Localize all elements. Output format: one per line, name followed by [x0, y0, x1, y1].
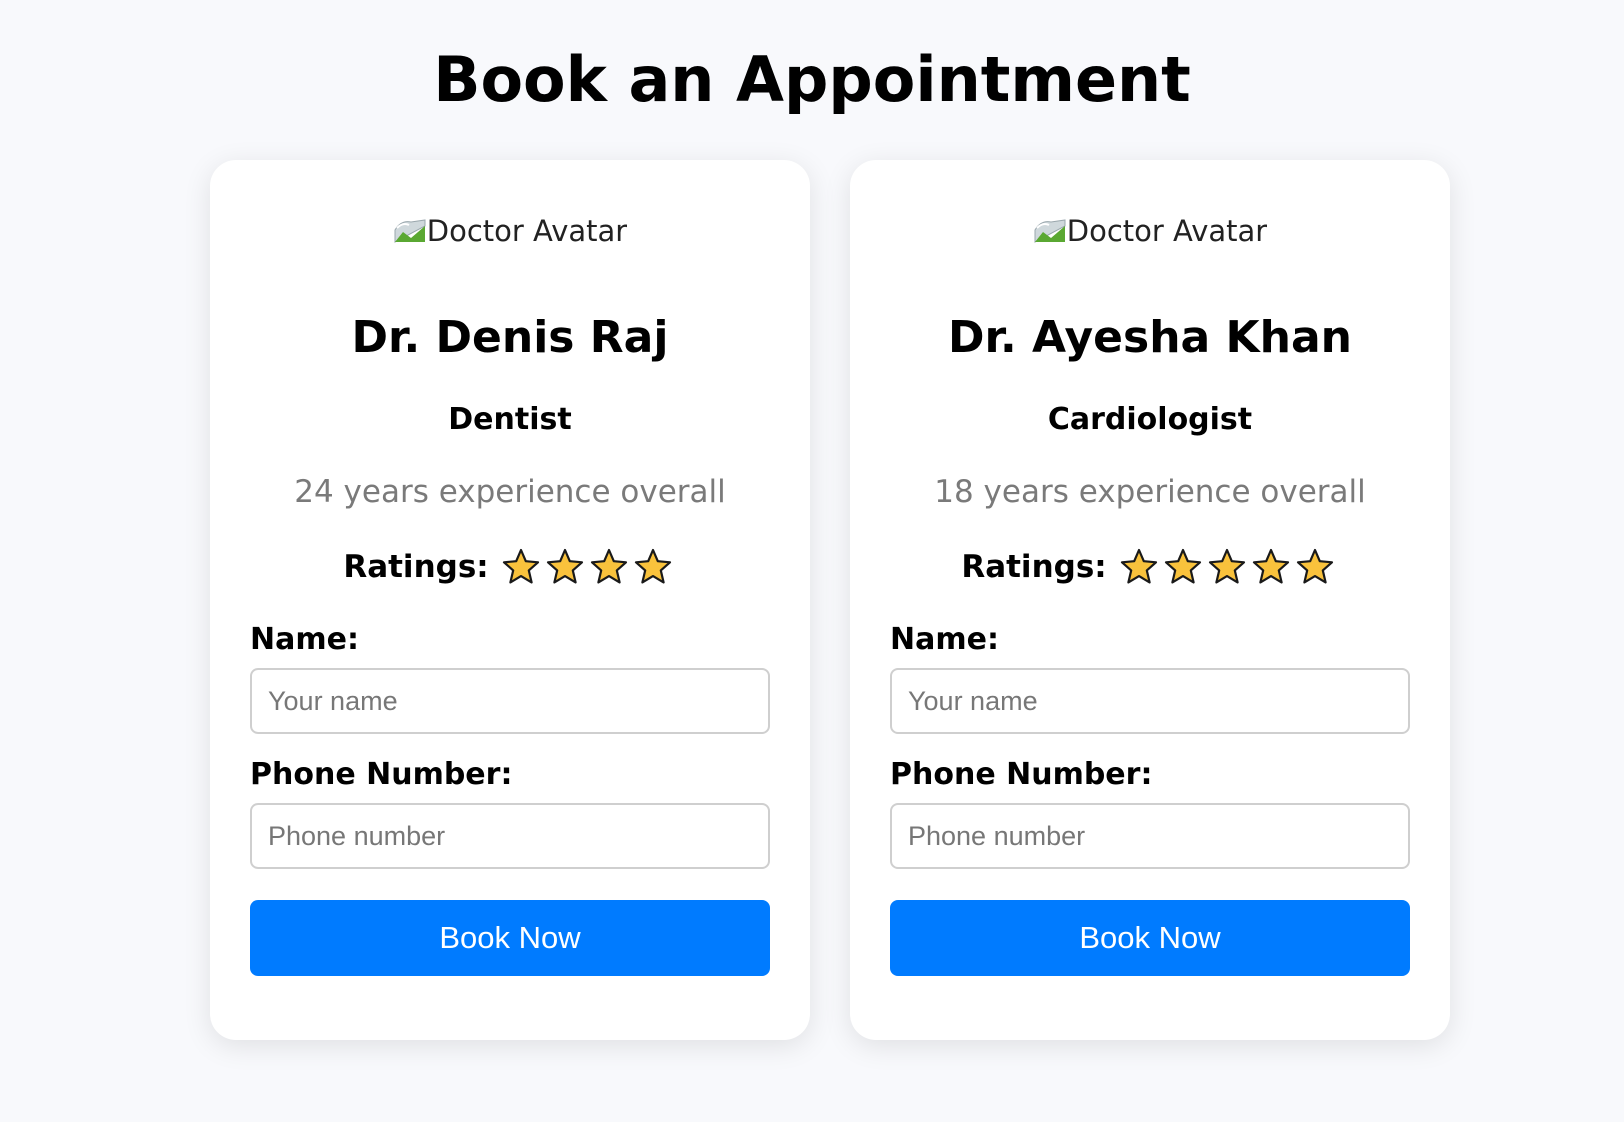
star-icon	[1120, 548, 1157, 584]
broken-image-icon	[394, 219, 426, 243]
star-icon	[634, 548, 671, 584]
book-now-button[interactable]: Book Now	[890, 900, 1410, 976]
phone-input[interactable]	[250, 803, 770, 869]
doctor-avatar: Doctor Avatar	[210, 204, 810, 244]
star-icon	[502, 548, 539, 584]
phone-label: Phone Number:	[250, 757, 513, 792]
doctor-experience: 24 years experience overall	[294, 474, 726, 510]
phone-label: Phone Number:	[890, 757, 1153, 792]
rating-stars	[501, 547, 677, 587]
phone-input[interactable]	[890, 803, 1410, 869]
star-icon	[590, 548, 627, 584]
doctor-specialty: Cardiologist	[1047, 402, 1253, 437]
avatar-alt-text: Doctor Avatar	[1066, 214, 1268, 244]
ratings-label: Ratings:	[961, 549, 1107, 585]
star-icon	[1252, 548, 1289, 584]
doctor-card: Doctor Avatar Dr. Ayesha Khan Cardiologi…	[850, 160, 1450, 1040]
page-title: Book an Appointment	[433, 43, 1191, 116]
star-icon	[1164, 548, 1201, 584]
name-label: Name:	[890, 622, 999, 657]
doctor-ratings: Ratings:	[210, 545, 810, 589]
doctor-specialty: Dentist	[448, 402, 572, 437]
name-input[interactable]	[890, 668, 1410, 734]
doctor-name: Dr. Denis Raj	[351, 312, 669, 363]
broken-image-icon	[1034, 219, 1066, 243]
ratings-label: Ratings:	[343, 549, 489, 585]
page: Book an Appointment Doctor Avatar Dr. De…	[0, 0, 1624, 1122]
doctor-card: Doctor Avatar Dr. Denis Raj Dentist 24 y…	[210, 160, 810, 1040]
doctor-cards: Doctor Avatar Dr. Denis Raj Dentist 24 y…	[210, 160, 1450, 1040]
doctor-experience: 18 years experience overall	[934, 474, 1366, 510]
doctor-avatar: Doctor Avatar	[850, 204, 1450, 244]
star-icon	[1296, 548, 1333, 584]
star-icon	[546, 548, 583, 584]
avatar-alt-text: Doctor Avatar	[426, 214, 628, 244]
doctor-ratings: Ratings:	[850, 545, 1450, 589]
star-icon	[1208, 548, 1245, 584]
doctor-name: Dr. Ayesha Khan	[948, 312, 1352, 363]
book-now-button[interactable]: Book Now	[250, 900, 770, 976]
name-input[interactable]	[250, 668, 770, 734]
name-label: Name:	[250, 622, 359, 657]
rating-stars	[1119, 547, 1339, 587]
